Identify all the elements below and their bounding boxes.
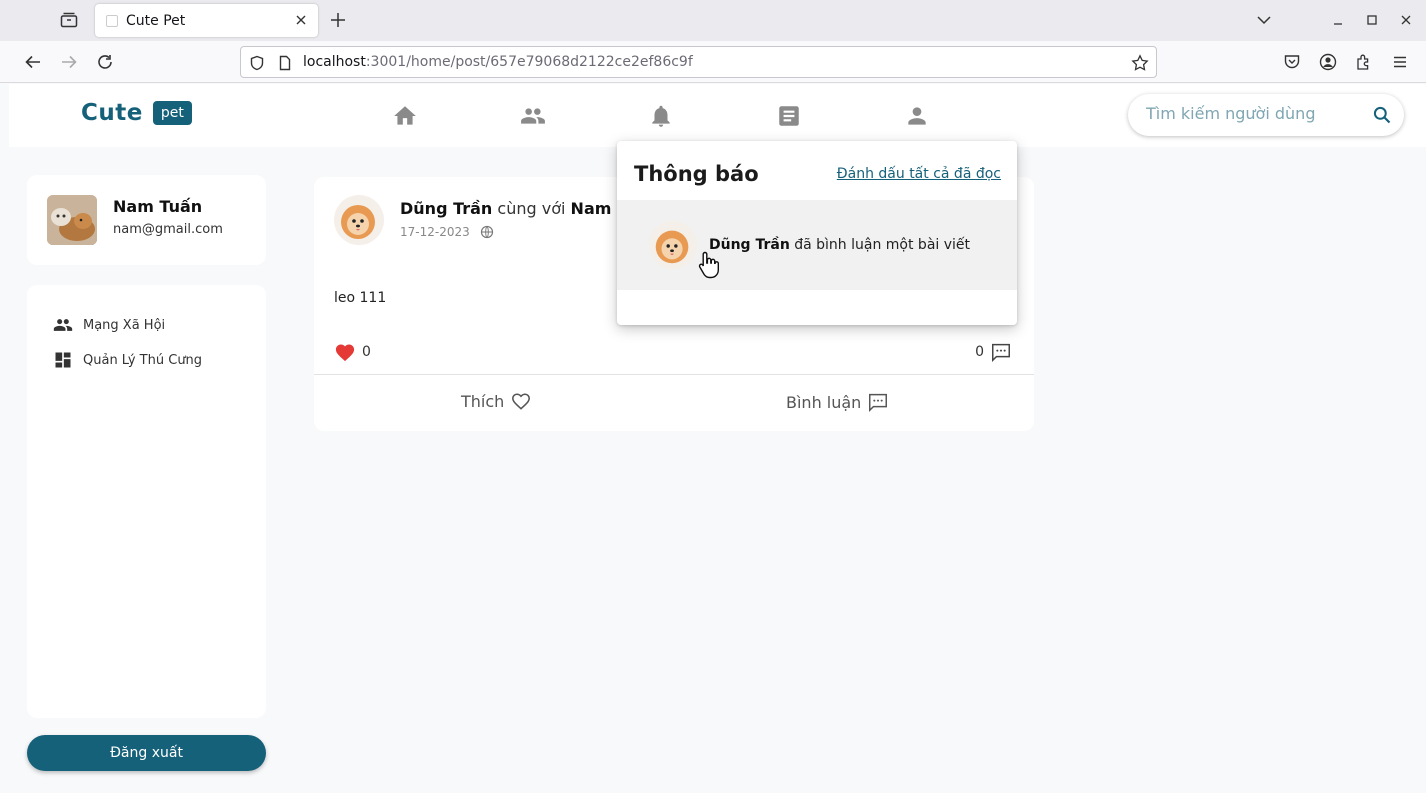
comment-button[interactable]: Bình luận: [786, 391, 889, 413]
notification-message: đã bình luận một bài viết: [794, 237, 971, 253]
globe-icon: [480, 225, 493, 239]
notification-text: Dũng Trần đã bình luận một bài viết: [709, 237, 970, 253]
notification-actor: Dũng Trần: [709, 237, 790, 253]
minimize-icon[interactable]: [1330, 12, 1346, 28]
logo[interactable]: Cute pet: [81, 100, 192, 126]
sidebar-item-label: Quản Lý Thú Cưng: [83, 352, 203, 368]
maximize-icon[interactable]: [1364, 12, 1380, 28]
profile-name: Nam Tuấn: [113, 197, 203, 216]
post-author[interactable]: Dũng Trần: [400, 199, 492, 218]
browser-tab[interactable]: Cute Pet: [95, 4, 318, 37]
like-button[interactable]: Thích: [461, 391, 532, 411]
post-author-avatar[interactable]: [334, 195, 384, 245]
article-icon[interactable]: [776, 103, 802, 129]
like-button-label: Thích: [461, 391, 505, 411]
notification-avatar: [649, 221, 697, 269]
address-bar[interactable]: localhost:3001/home/post/657e79068d2122c…: [240, 46, 1157, 78]
avatar[interactable]: [47, 195, 97, 245]
reload-icon[interactable]: [96, 53, 114, 71]
pocket-icon[interactable]: [1283, 53, 1301, 71]
people-icon: [53, 319, 73, 331]
tab-close-icon[interactable]: [294, 13, 308, 27]
search-box: [1128, 94, 1404, 136]
back-icon[interactable]: [24, 53, 42, 71]
bookmark-star-icon[interactable]: [1131, 54, 1149, 72]
comment-count-value: 0: [975, 344, 984, 360]
tab-overflow-chevron-icon[interactable]: [1256, 12, 1272, 28]
account-icon[interactable]: [1319, 53, 1337, 71]
tab-list-icon[interactable]: [56, 8, 82, 32]
comment-button-label: Bình luận: [786, 392, 862, 412]
person-icon[interactable]: [904, 103, 930, 129]
mark-all-read-link[interactable]: Đánh dấu tất cả đã đọc: [837, 166, 1001, 182]
forward-icon[interactable]: [60, 53, 78, 71]
window-close-icon[interactable]: [1398, 12, 1414, 28]
sidebar-item-label: Mạng Xã Hội: [83, 317, 166, 333]
comment-icon: [869, 393, 888, 413]
url-host: localhost: [303, 54, 366, 70]
dashboard-icon: [55, 352, 71, 368]
sidebar-menu: Mạng Xã Hội Quản Lý Thú Cưng: [27, 285, 266, 718]
app-header: Cute pet: [9, 84, 1426, 147]
tab-favicon-icon: [106, 14, 118, 27]
profile-email: nam@gmail.com: [113, 222, 223, 237]
heart-filled-icon: [335, 344, 355, 362]
notification-dropdown: Thông báo Đánh dấu tất cả đã đọc Dũng Tr…: [617, 141, 1017, 325]
logo-text: Cute: [81, 100, 143, 126]
new-tab-icon[interactable]: [329, 11, 347, 29]
like-count: 0: [334, 342, 371, 362]
search-icon[interactable]: [1372, 105, 1392, 125]
bell-icon[interactable]: [648, 103, 674, 129]
post-date: 17-12-2023: [400, 225, 470, 239]
tab-title: Cute Pet: [126, 12, 186, 29]
browser-tab-bar: Cute Pet: [0, 0, 1426, 41]
profile-card[interactable]: Nam Tuấn nam@gmail.com: [27, 175, 266, 265]
notification-title: Thông báo: [634, 162, 759, 186]
post-divider: [314, 374, 1034, 375]
extensions-icon[interactable]: [1355, 53, 1373, 71]
like-count-value: 0: [362, 344, 371, 360]
page-icon[interactable]: [277, 55, 293, 71]
post-with-text: cùng với: [497, 199, 566, 218]
browser-toolbar: localhost:3001/home/post/657e79068d2122c…: [0, 41, 1426, 83]
heart-outline-icon: [512, 393, 531, 410]
user-search-input[interactable]: [1146, 104, 1356, 123]
hand-cursor-icon: [698, 251, 719, 279]
comment-count: 0: [975, 341, 1012, 363]
logo-badge: pet: [152, 101, 192, 125]
menu-icon[interactable]: [1391, 53, 1409, 71]
post-content: leo 111: [334, 290, 387, 306]
post-meta: 17-12-2023: [400, 225, 494, 239]
sidebar-item-social-network[interactable]: Mạng Xã Hội: [53, 315, 165, 335]
home-icon[interactable]: [392, 103, 418, 129]
url-text[interactable]: localhost:3001/home/post/657e79068d2122c…: [303, 54, 693, 70]
comment-icon: [992, 343, 1010, 363]
url-path: :3001/home/post/657e79068d2122ce2ef86c9f: [365, 54, 693, 70]
sidebar-item-pet-management[interactable]: Quản Lý Thú Cưng: [53, 350, 202, 370]
shield-icon[interactable]: [249, 55, 265, 71]
notification-item[interactable]: Dũng Trần đã bình luận một bài viết: [617, 200, 1017, 290]
friends-icon[interactable]: [520, 103, 546, 129]
logout-button[interactable]: Đăng xuất: [27, 735, 266, 771]
